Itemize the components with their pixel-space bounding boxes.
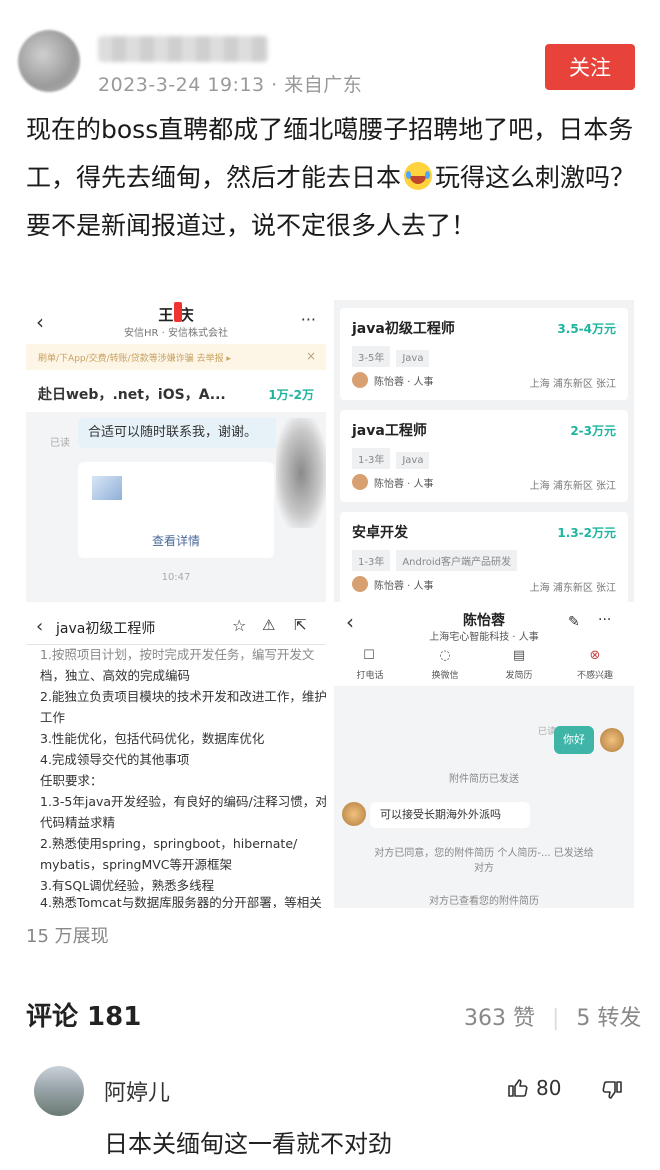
comment-like-count: 80 bbox=[536, 1076, 562, 1100]
more-icon: ··· bbox=[300, 310, 316, 329]
recruiter-avatar bbox=[352, 474, 368, 490]
job-tag: 1-3年 bbox=[352, 550, 391, 571]
like-count[interactable]: 363 赞 bbox=[464, 1006, 535, 1031]
system-message: 对方已查看您的附件简历 bbox=[429, 896, 539, 907]
redaction-mark bbox=[174, 302, 182, 322]
chat-time: 10:47 bbox=[161, 572, 191, 583]
desc-line: 4.熟悉Tomcat与数据库服务器的分开部署，等相关 bbox=[40, 895, 322, 908]
wechat-icon: ◌ bbox=[439, 648, 451, 663]
job-tag: Android客户端产品研发 bbox=[396, 550, 518, 571]
job-desc-title: java初级工程师 bbox=[56, 621, 156, 637]
job-location: 上海 浦东新区 张江 bbox=[529, 379, 616, 390]
follow-button[interactable]: 关注 bbox=[545, 44, 635, 90]
thumbs-up-icon bbox=[508, 1079, 528, 1097]
not-interested-icon: ⊗ bbox=[589, 648, 601, 663]
system-message: 附件简历已发送 bbox=[449, 774, 519, 785]
job-tag: Java bbox=[396, 350, 430, 367]
chat-contact-company: 安信HR · 安信株式会社 bbox=[123, 328, 228, 339]
job-card-salary: 1.3-2万元 bbox=[557, 526, 616, 540]
job-location: 上海 浦东新区 张江 bbox=[529, 583, 616, 594]
job-card[interactable]: java工程师 2-3万元 1-3年 Java 陈怡蓉 · 人事 上海 浦东新区 … bbox=[340, 410, 628, 502]
desc-line: 档，独立、高效的完成编码 bbox=[40, 668, 191, 683]
job-salary: 1万-2万 bbox=[268, 388, 314, 402]
more-icon: ··· bbox=[598, 612, 612, 628]
desc-line: 2.能独立负责项目模块的技术开发和改进工作，维护 bbox=[40, 689, 326, 704]
share-count[interactable]: 5 转发 bbox=[576, 1006, 641, 1031]
action-wechat[interactable]: 换微信 bbox=[417, 668, 473, 681]
action-not-interested[interactable]: 不感兴趣 bbox=[567, 668, 623, 681]
recruiter-avatar bbox=[352, 372, 368, 388]
comment-like-button[interactable]: 80 bbox=[506, 1076, 561, 1100]
image-job-list[interactable]: java初级工程师 3.5-4万元 3-5年 Java 陈怡蓉 · 人事 上海 浦… bbox=[334, 300, 634, 602]
chat-bubble-received: 可以接受长期海外外派吗 bbox=[370, 802, 530, 828]
recruiter-name: 陈怡蓉 · 人事 bbox=[374, 580, 434, 592]
image-chat-chenyirong[interactable]: ‹ 陈怡蓉 上海宅心智能科技 · 人事 ✎ ··· ☐ 打电话 ◌ 换微信 ▤ … bbox=[334, 606, 634, 908]
edit-icon: ✎ bbox=[568, 614, 580, 630]
author-name-blurred[interactable] bbox=[98, 36, 268, 62]
comment-text: 日本关缅甸这一看就不对劲 bbox=[104, 1130, 392, 1158]
post-timestamp: 2023-3-24 19:13 · 来自广东 bbox=[98, 74, 363, 96]
blurred-thumb bbox=[276, 418, 326, 528]
job-card-title: java工程师 bbox=[352, 423, 427, 439]
job-location: 上海 浦东新区 张江 bbox=[529, 481, 616, 492]
desc-line: 2.熟悉使用spring，springboot，hibernate/ bbox=[40, 836, 298, 851]
fraud-warning-text: 刷单/下App/交费/转账/贷款等涉嫌诈骗 去举报 ▸ bbox=[38, 354, 231, 364]
view-detail-link[interactable]: 查看详情 bbox=[78, 532, 274, 549]
job-card-salary: 2-3万元 bbox=[570, 424, 616, 438]
contact-avatar bbox=[342, 802, 366, 826]
job-tag: 3-5年 bbox=[352, 346, 391, 367]
resume-icon: ▤ bbox=[512, 648, 526, 663]
recruiter-name: 陈怡蓉 · 人事 bbox=[374, 376, 434, 388]
chat-bubble-sent: 你好 bbox=[554, 726, 594, 754]
desc-line: 任职要求： bbox=[40, 773, 103, 788]
chat-contact-company: 上海宅心智能科技 · 人事 bbox=[429, 632, 539, 643]
phone-icon: ☐ bbox=[363, 648, 375, 663]
thumbs-down-icon bbox=[602, 1081, 622, 1099]
image-job-description[interactable]: ‹ java初级工程师 ☆ ⚠ ⇱ 1.按照项目计划，按时完成开发任务，编写开发… bbox=[26, 606, 326, 908]
file-icon bbox=[92, 476, 122, 500]
divider: | bbox=[552, 1006, 560, 1031]
job-card[interactable]: 安卓开发 1.3-2万元 1-3年 Android客户端产品研发 陈怡蓉 · 人事… bbox=[340, 512, 628, 602]
desc-line: 3.性能优化，包括代码优化，数据库优化 bbox=[40, 731, 265, 746]
fraud-warning-bar: 刷单/下App/交费/转账/贷款等涉嫌诈骗 去举报 ▸ × bbox=[26, 344, 326, 370]
post-text: 现在的boss直聘都成了缅北噶腰子招聘地了吧，日本务工，得先去缅甸，然后才能去日… bbox=[26, 115, 636, 240]
post-engagement: 363 赞 | 5 转发 bbox=[464, 1000, 641, 1032]
job-card-title: 安卓开发 bbox=[352, 525, 408, 541]
laugh-cry-emoji-icon bbox=[404, 162, 433, 190]
desc-line: 1.按照项目计划，按时完成开发任务，编写开发文 bbox=[40, 647, 315, 662]
chat-message: 合适可以随时联系我，谢谢。 bbox=[78, 418, 288, 448]
desc-line: 4.完成领导交代的其他事项 bbox=[40, 752, 190, 767]
view-count: 15 万展现 bbox=[26, 926, 109, 947]
comment-dislike-button[interactable] bbox=[600, 1078, 624, 1106]
job-tag: Java bbox=[396, 452, 430, 469]
back-arrow-icon: ‹ bbox=[36, 616, 44, 637]
job-title: 赴日web，.net，iOS，A... bbox=[38, 387, 226, 403]
warning-icon: ⚠ bbox=[262, 616, 276, 634]
desc-line: 1.3-5年java开发经验，有良好的编码/注释习惯，对 bbox=[40, 794, 326, 809]
comments-header: 评论 181 bbox=[26, 1002, 142, 1032]
read-status: 已读 bbox=[50, 438, 70, 449]
system-message: 对方已同意，您的附件简历 个人简历-... 已发送给对方 bbox=[374, 848, 594, 874]
star-icon: ☆ bbox=[232, 616, 247, 635]
close-icon: × bbox=[305, 349, 316, 363]
recruiter-avatar bbox=[352, 576, 368, 592]
desc-line: mybatis，springMVC等开源框架 bbox=[40, 857, 233, 872]
chat-contact-name: 陈怡蓉 bbox=[463, 613, 505, 629]
self-avatar bbox=[600, 728, 624, 752]
image-chat-wangqing[interactable]: ‹ 王 庆 安信HR · 安信株式会社 ··· 刷单/下App/交费/转账/贷款… bbox=[26, 300, 326, 602]
job-card-title: java初级工程师 bbox=[352, 321, 455, 337]
attachment-card[interactable]: 查看详情 bbox=[78, 462, 274, 558]
author-avatar[interactable] bbox=[18, 30, 80, 92]
job-tag: 1-3年 bbox=[352, 448, 391, 469]
recruiter-name: 陈怡蓉 · 人事 bbox=[374, 478, 434, 490]
comment-user-avatar[interactable] bbox=[34, 1066, 84, 1116]
action-resume[interactable]: 发简历 bbox=[491, 668, 547, 681]
desc-line: 工作 bbox=[40, 710, 66, 725]
job-card[interactable]: java初级工程师 3.5-4万元 3-5年 Java 陈怡蓉 · 人事 上海 浦… bbox=[340, 308, 628, 400]
share-icon: ⇱ bbox=[294, 616, 307, 634]
comment-user-name[interactable]: 阿婷儿 bbox=[104, 1075, 170, 1107]
desc-line: 代码精益求精 bbox=[40, 815, 116, 830]
job-card-salary: 3.5-4万元 bbox=[557, 322, 616, 336]
action-call[interactable]: 打电话 bbox=[342, 668, 398, 681]
